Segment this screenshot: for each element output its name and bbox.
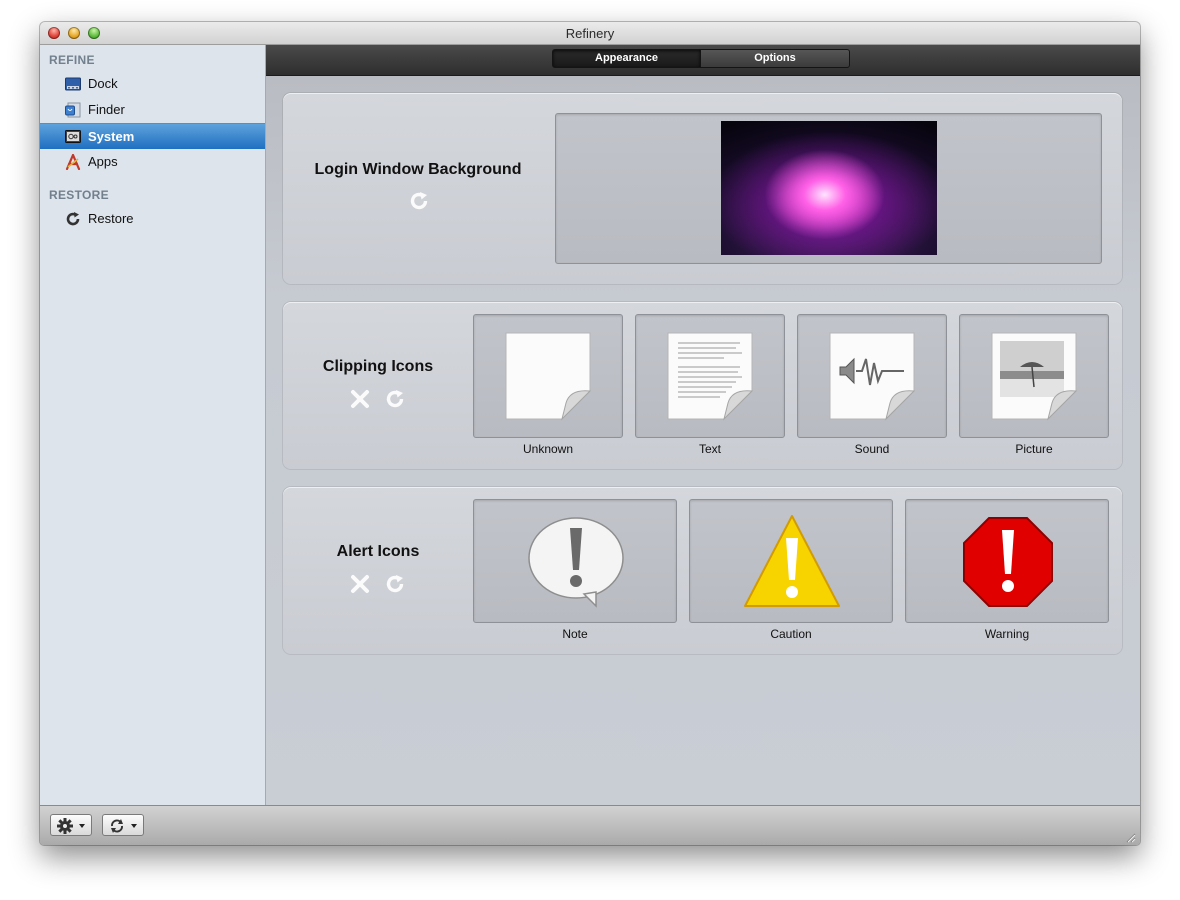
system-icon	[65, 130, 81, 143]
content-area: Login Window Background Clipping Icons U…	[266, 76, 1140, 805]
sidebar-item-label: System	[88, 129, 135, 144]
sound-page-icon	[829, 332, 916, 421]
clipping-label: Picture	[1015, 442, 1053, 456]
clipping-label: Unknown	[522, 442, 574, 456]
clipping-well-sound[interactable]	[797, 314, 947, 438]
caution-triangle-icon	[744, 515, 840, 607]
picture-page-icon	[991, 332, 1078, 421]
sidebar-item-system[interactable]: System	[40, 123, 265, 149]
alert-well-caution[interactable]	[689, 499, 893, 623]
alert-well-note[interactable]	[473, 499, 677, 623]
alert-label: Note	[562, 627, 588, 641]
section-title: Alert Icons	[336, 543, 420, 560]
refresh-icon	[111, 819, 123, 833]
section-title: Login Window Background	[314, 161, 522, 178]
restore-heading: RESTORE	[49, 188, 109, 202]
refine-heading: REFINE	[49, 53, 95, 67]
warning-stop-icon	[963, 517, 1053, 607]
login-background-well[interactable]	[555, 113, 1102, 264]
restore-icon	[66, 212, 80, 226]
finder-icon	[65, 102, 81, 118]
window-title: Refinery	[565, 26, 615, 41]
reset-icon[interactable]	[384, 388, 406, 410]
clipping-label: Sound	[854, 442, 890, 456]
dock-icon	[65, 77, 81, 91]
sidebar-item-label: Finder	[88, 102, 125, 117]
gear-icon	[57, 818, 73, 834]
clipping-icons-panel: Clipping Icons Unknown Text Sound Pictur…	[283, 302, 1122, 469]
title-bar[interactable]: Refinery	[40, 22, 1140, 45]
sidebar-item-apps[interactable]: Apps	[40, 149, 265, 175]
action-menu-button[interactable]	[50, 814, 92, 836]
tab-appearance[interactable]: Appearance	[552, 49, 701, 68]
galaxy-wallpaper-image	[721, 121, 937, 255]
bottom-bar	[40, 805, 1140, 845]
sidebar-item-dock[interactable]: Dock	[40, 71, 265, 97]
tab-options[interactable]: Options	[701, 49, 850, 68]
clear-icon[interactable]	[349, 388, 371, 410]
tab-bar: Appearance Options	[266, 45, 1140, 76]
sidebar-item-finder[interactable]: Finder	[40, 97, 265, 123]
resize-grip-icon[interactable]	[1124, 831, 1136, 843]
sidebar-item-label: Apps	[88, 154, 118, 169]
alert-well-warning[interactable]	[905, 499, 1109, 623]
login-background-panel: Login Window Background	[283, 93, 1122, 284]
sidebar-item-label: Restore	[88, 211, 134, 226]
app-window: Refinery REFINE Dock Finder System Apps …	[40, 22, 1140, 845]
refresh-menu-button[interactable]	[102, 814, 144, 836]
sidebar-item-label: Dock	[88, 76, 118, 91]
note-bubble-icon	[528, 517, 624, 608]
reset-icon[interactable]	[408, 190, 430, 212]
blank-page-icon	[505, 332, 592, 421]
sidebar: REFINE Dock Finder System Apps RESTORE R…	[40, 45, 266, 805]
sidebar-item-restore[interactable]: Restore	[40, 206, 265, 232]
clipping-label: Text	[698, 442, 721, 456]
alert-icons-panel: Alert Icons Note Caution Warning	[283, 487, 1122, 654]
apps-icon	[65, 154, 81, 170]
clipping-well-text[interactable]	[635, 314, 785, 438]
clipping-well-picture[interactable]	[959, 314, 1109, 438]
chevron-down-icon	[131, 824, 137, 828]
section-title: Clipping Icons	[322, 358, 434, 375]
alert-label: Caution	[770, 627, 812, 641]
clipping-well-unknown[interactable]	[473, 314, 623, 438]
reset-icon[interactable]	[384, 573, 406, 595]
chevron-down-icon	[79, 824, 85, 828]
clear-icon[interactable]	[349, 573, 371, 595]
alert-label: Warning	[984, 627, 1030, 641]
text-page-icon	[667, 332, 754, 421]
